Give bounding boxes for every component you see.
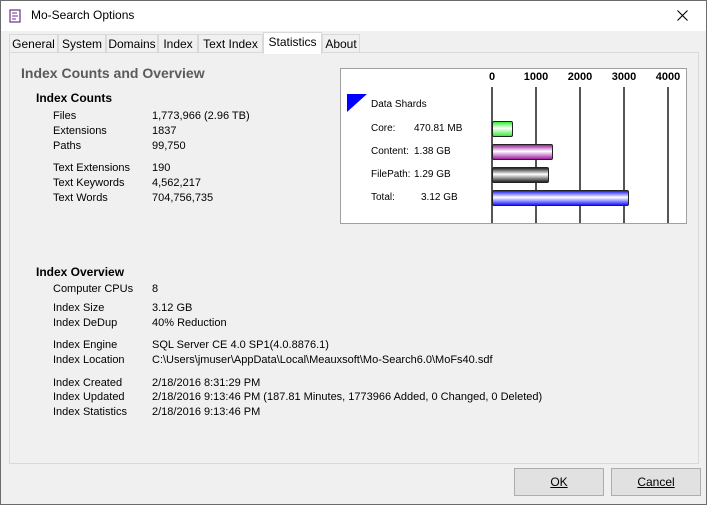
- index-counts-title: Index Counts: [36, 91, 113, 105]
- bar: [492, 190, 630, 206]
- ok-label: OK: [550, 475, 568, 489]
- paths-label: Paths: [53, 140, 82, 152]
- index-created-value: 2/18/2016 8:31:29 PM: [152, 377, 261, 389]
- index-dedup-value: 40% Reduction: [152, 317, 227, 329]
- index-engine-label: Index Engine: [53, 339, 118, 351]
- text-extensions-value: 190: [152, 162, 171, 174]
- cancel-button[interactable]: Cancel: [611, 468, 701, 496]
- text-words-label: Text Words: [53, 192, 108, 204]
- extensions-value: 1837: [152, 125, 177, 137]
- title-bar: Mo-Search Options: [1, 1, 706, 31]
- text-extensions-label: Text Extensions: [53, 162, 131, 174]
- x-tick-label: 3000: [611, 71, 637, 83]
- ok-button[interactable]: OK: [514, 468, 604, 496]
- data-shards-chart: Data Shards 0 1000 2000 3000 4000 Core: 470.81…: [340, 68, 687, 224]
- index-statistics-value: 2/18/2016 9:13:46 PM: [152, 406, 261, 418]
- tab-about[interactable]: About: [322, 34, 360, 53]
- x-tick-label: 1000: [523, 71, 549, 83]
- close-button[interactable]: [660, 1, 706, 31]
- bar-category-label: FilePath:: [371, 169, 411, 180]
- files-value: 1,773,966 (2.96 TB): [152, 110, 250, 122]
- x-tick-label: 0: [488, 71, 496, 83]
- index-updated-label: Index Updated: [53, 391, 125, 403]
- tab-statistics[interactable]: Statistics: [263, 32, 322, 54]
- bar-category-label: Content:: [371, 146, 409, 157]
- tab-general[interactable]: General: [9, 34, 58, 53]
- tab-domains[interactable]: Domains: [106, 34, 158, 53]
- text-keywords-value: 4,562,217: [152, 177, 201, 189]
- text-keywords-label: Text Keywords: [53, 177, 125, 189]
- index-dedup-label: Index DeDup: [53, 317, 118, 329]
- bar-category-label: Core:: [371, 123, 396, 134]
- options-window: Mo-Search Options General System Domains…: [0, 0, 707, 505]
- text-words-value: 704,756,735: [152, 192, 214, 204]
- cancel-label: Cancel: [637, 475, 675, 489]
- bar: [492, 167, 549, 183]
- index-created-label: Index Created: [53, 377, 123, 389]
- tab-system[interactable]: System: [58, 34, 106, 53]
- gridline: [667, 87, 669, 223]
- index-size-label: Index Size: [53, 302, 105, 314]
- index-engine-value: SQL Server CE 4.0 SP1(4.0.8876.1): [152, 339, 329, 351]
- index-updated-value: 2/18/2016 9:13:46 PM (187.81 Minutes, 17…: [152, 391, 543, 403]
- index-statistics-label: Index Statistics: [53, 406, 127, 418]
- tab-text-index[interactable]: Text Index: [198, 34, 263, 53]
- computer-cpus-label: Computer CPUs: [53, 283, 134, 295]
- tab-index[interactable]: Index: [158, 34, 198, 53]
- bar-value-label: 1.29 GB: [414, 169, 451, 180]
- extensions-label: Extensions: [53, 125, 107, 137]
- x-tick-label: 2000: [567, 71, 593, 83]
- bar: [492, 144, 553, 160]
- bar: [492, 121, 513, 137]
- page-title: Index Counts and Overview: [21, 65, 205, 81]
- bar-value-label: 3.12 GB: [421, 192, 458, 203]
- computer-cpus-value: 8: [152, 283, 159, 295]
- x-tick-label: 4000: [655, 71, 681, 83]
- window-title: Mo-Search Options: [31, 8, 135, 22]
- index-overview-title: Index Overview: [36, 265, 125, 279]
- statistics-panel: Index Counts and Overview Index Counts F…: [9, 52, 699, 464]
- index-size-value: 3.12 GB: [152, 302, 193, 314]
- files-label: Files: [53, 110, 77, 122]
- legend-triangle-icon: [347, 94, 367, 112]
- app-icon: [9, 9, 21, 23]
- close-icon: [677, 10, 688, 21]
- paths-value: 99,750: [152, 140, 186, 152]
- index-location-value: C:\Users\jmuser\AppData\Local\Meauxsoft\…: [152, 354, 493, 366]
- bar-value-label: 470.81 MB: [414, 123, 463, 134]
- legend-label: Data Shards: [371, 99, 427, 110]
- bar-category-label: Total:: [371, 192, 395, 203]
- bar-value-label: 1.38 GB: [414, 146, 451, 157]
- index-location-label: Index Location: [53, 354, 125, 366]
